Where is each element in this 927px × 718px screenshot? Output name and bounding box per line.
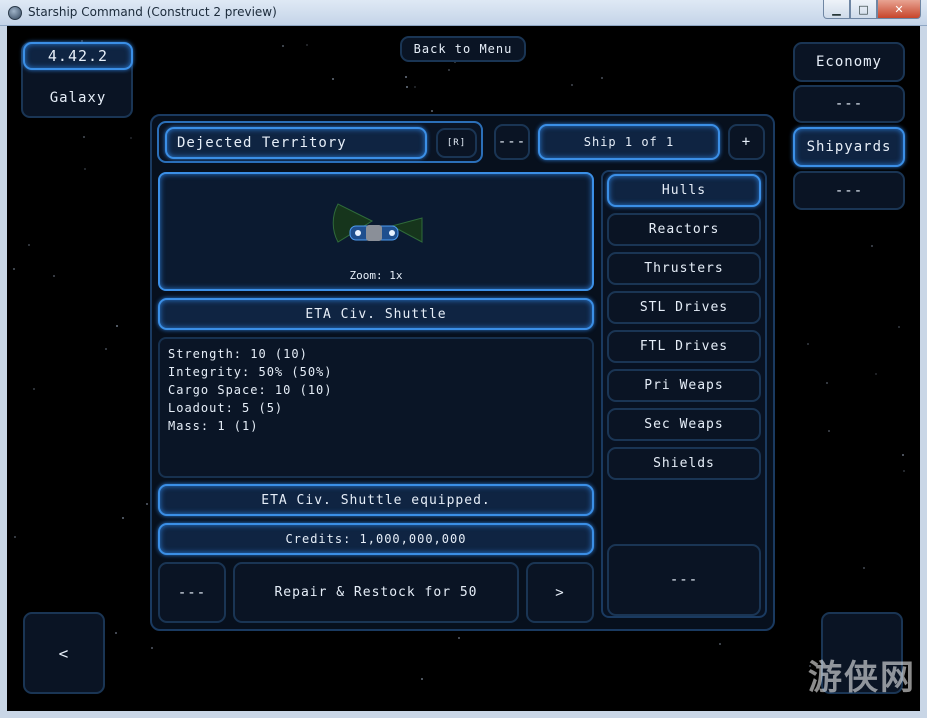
add-ship-button[interactable]: + [728,124,765,160]
galaxy-button[interactable]: Galaxy [23,82,133,114]
stat-strength: Strength: 10 (10) [168,347,308,361]
prev-ship-button[interactable]: --- [494,124,530,160]
star [282,45,284,47]
window-controls: ▁ □ ✕ [823,0,921,19]
ship-stats-panel: Strength: 10 (10) Integrity: 50% (50%) C… [158,337,594,478]
nav-slot-2[interactable]: --- [793,85,905,123]
star [421,678,423,680]
star [105,348,107,350]
category-thrusters[interactable]: Thrusters [607,252,761,285]
star [151,647,153,649]
back-to-menu-button[interactable]: Back to Menu [400,36,526,62]
star [875,373,877,375]
close-button[interactable]: ✕ [877,0,921,19]
star [14,536,16,538]
ship-counter: Ship 1 of 1 [538,124,720,160]
window-titlebar: Starship Command (Construct 2 preview) ▁… [0,0,927,26]
star [84,168,86,170]
category-shields[interactable]: Shields [607,447,761,480]
category-sec-weaps[interactable]: Sec Weaps [607,408,761,441]
credits-display: Credits: 1,000,000,000 [158,523,594,555]
nav-slot-4[interactable]: --- [793,171,905,210]
star [458,637,460,639]
window-title: Starship Command (Construct 2 preview) [28,5,277,19]
stat-loadout: Loadout: 5 (5) [168,401,284,415]
ship-light-right [389,230,395,236]
maximize-button[interactable]: □ [850,0,877,19]
star [115,632,117,634]
star [146,503,148,505]
star [13,268,15,270]
star [122,517,124,519]
ship-name-banner: ETA Civ. Shuttle [158,298,594,330]
star [431,110,433,112]
star [116,325,118,327]
star [719,643,721,645]
star [903,470,905,472]
star [306,44,308,46]
star [414,86,416,88]
star [33,388,35,390]
star [405,76,407,78]
game-viewport: 4.42.2 Galaxy Back to Menu Economy --- S… [7,26,920,711]
territory-name[interactable]: Dejected Territory [165,127,427,159]
star [448,69,450,71]
category-hulls[interactable]: Hulls [607,174,761,207]
ship-light-left [355,230,361,236]
star [571,84,573,86]
star [826,382,828,384]
star [130,137,132,139]
rename-button[interactable]: [R] [436,128,477,158]
ship-core [366,225,382,241]
ship-preview[interactable]: Zoom: 1x [158,172,594,291]
star [28,244,30,246]
category-ftl-drives[interactable]: FTL Drives [607,330,761,363]
category-reactors[interactable]: Reactors [607,213,761,246]
version-label: 4.42.2 [23,42,133,70]
star [332,78,334,80]
bottom-left-button[interactable]: --- [158,562,226,623]
star [863,567,865,569]
category-pri-weaps[interactable]: Pri Weaps [607,369,761,402]
stat-integrity: Integrity: 50% (50%) [168,365,333,379]
star [83,136,85,138]
star [601,77,603,79]
nav-left-button[interactable]: < [23,612,105,694]
status-message: ETA Civ. Shuttle equipped. [158,484,594,516]
category-stl-drives[interactable]: STL Drives [607,291,761,324]
star [53,275,55,277]
stat-mass: Mass: 1 (1) [168,419,259,433]
category-info-panel: --- [607,544,761,616]
app-icon [8,6,22,20]
star [871,245,873,247]
watermark-logo: 游侠网 [808,658,916,698]
repair-restock-button[interactable]: Repair & Restock for 50 [233,562,519,623]
economy-button[interactable]: Economy [793,42,905,82]
shipyards-button[interactable]: Shipyards [793,127,905,167]
minimize-button[interactable]: ▁ [823,0,850,19]
next-button[interactable]: > [526,562,594,623]
star [902,454,904,456]
star [898,326,900,328]
zoom-label: Zoom: 1x [349,269,403,282]
star [406,86,408,88]
star [807,343,809,345]
star [828,430,830,432]
stat-cargo-space: Cargo Space: 10 (10) [168,383,333,397]
